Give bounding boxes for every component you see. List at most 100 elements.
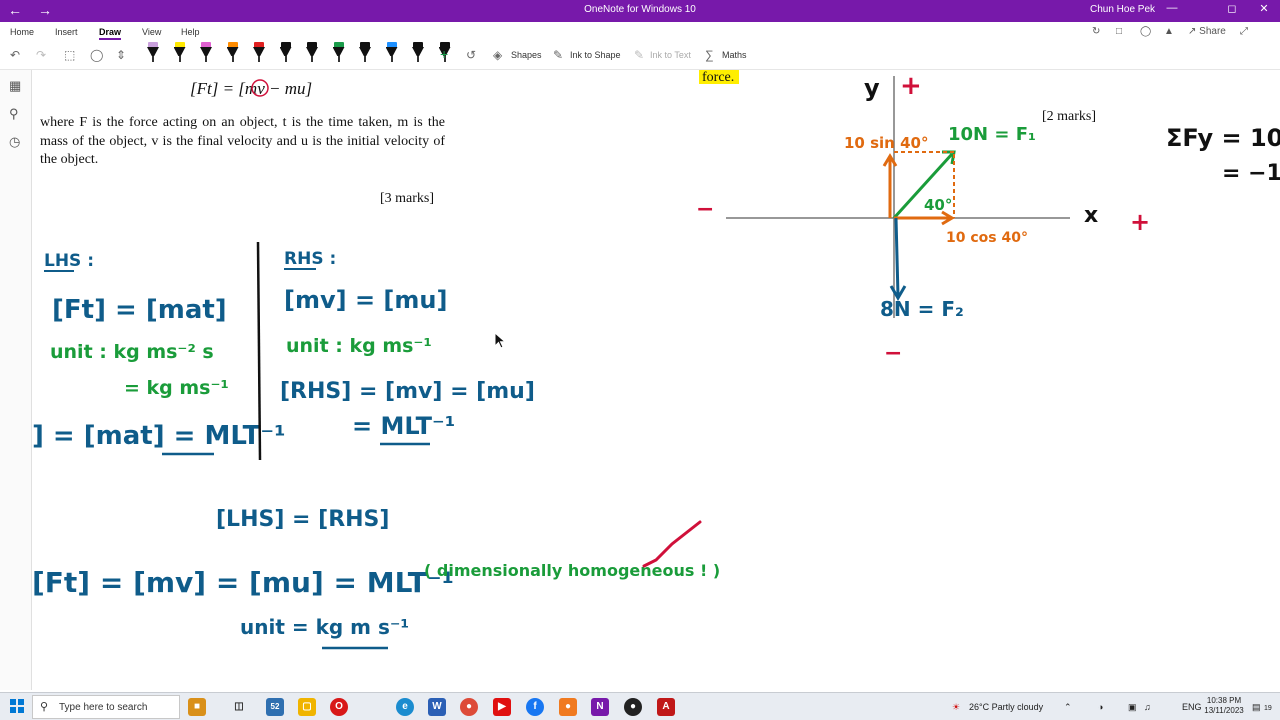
rhs-line2: [RHS] = [mv] = [mu]: [280, 379, 535, 404]
mail-icon[interactable]: 52: [266, 698, 284, 716]
lasso-select-icon[interactable]: ⬚: [64, 48, 75, 62]
lhs-result: ] = [mat] = MLT⁻¹: [32, 421, 285, 451]
x-plus-label: +: [1130, 208, 1150, 236]
window-title: OneNote for Windows 10: [584, 4, 696, 15]
ink-replay-icon[interactable]: ↺: [466, 48, 476, 62]
ink-to-text-icon: ✎: [634, 48, 645, 62]
marks-left: [3 marks]: [380, 191, 434, 206]
language-indicator[interactable]: ENG: [1182, 702, 1202, 712]
add-pen-icon[interactable]: +: [440, 46, 448, 62]
clock[interactable]: 10:38 PM 13/11/2023: [1204, 696, 1244, 716]
conclusion-note: ( dimensionally homogeneous ! ): [424, 561, 720, 580]
pen-4-icon[interactable]: [226, 42, 240, 64]
windows-start-icon[interactable]: [10, 699, 24, 713]
x-minus-label: −: [696, 197, 714, 222]
ink-to-shape-icon[interactable]: ✎: [553, 48, 563, 62]
mouse-cursor-icon: [494, 332, 507, 349]
taskbar-search[interactable]: ⚲ Type here to search: [32, 695, 180, 719]
y-plus-label: +: [900, 71, 922, 101]
file-explorer-icon[interactable]: ▢: [298, 698, 316, 716]
chevron-up-icon[interactable]: ⌃: [1064, 702, 1072, 713]
opera-icon[interactable]: O: [330, 698, 348, 716]
edge-icon[interactable]: e: [396, 698, 414, 716]
pen-8-icon[interactable]: [332, 42, 346, 64]
add-space-icon[interactable]: ⇕: [116, 48, 126, 62]
search-icon[interactable]: ⚲: [9, 106, 19, 122]
lightbulb-icon[interactable]: ◯: [1140, 26, 1151, 37]
maximize-button[interactable]: ◻: [1222, 2, 1242, 15]
force-text: force.: [702, 70, 734, 85]
weather-icon[interactable]: ☀: [952, 702, 960, 713]
maths-icon[interactable]: ∑: [705, 48, 714, 62]
undo-icon[interactable]: ↶: [10, 48, 20, 62]
share-button[interactable]: ↗ Share: [1188, 26, 1226, 37]
maths-button[interactable]: Maths: [722, 50, 747, 60]
clock-date: 13/11/2023: [1204, 706, 1244, 715]
pen-5-icon[interactable]: [252, 42, 266, 64]
angle-label: 40°: [924, 196, 952, 214]
recent-icon[interactable]: ◷: [9, 134, 20, 150]
task-view-icon[interactable]: ◫: [230, 698, 248, 716]
y-minus-label: −: [884, 341, 902, 366]
f1-label: 10N = F₁: [948, 124, 1036, 145]
redo-icon[interactable]: ↷: [36, 48, 46, 62]
page-canvas[interactable]: [Ft] = [mv − mu] where F is the force ac…: [32, 70, 1280, 690]
tab-home[interactable]: Home: [10, 27, 34, 37]
weather-text[interactable]: 26°C Partly cloudy: [969, 702, 1043, 712]
volume-icon[interactable]: ♫: [1144, 702, 1151, 712]
sum-line2: = −1.: [1222, 161, 1280, 186]
tab-view[interactable]: View: [142, 27, 161, 37]
chrome-icon[interactable]: ●: [460, 698, 478, 716]
taskbar: ⚲ Type here to search ■ ◫ 52 ▢ O e W ● ▶…: [0, 692, 1280, 720]
pen-11-icon[interactable]: [411, 42, 425, 64]
ink-to-shape-button[interactable]: Ink to Shape: [570, 50, 621, 60]
pen-3-icon[interactable]: [199, 42, 213, 64]
notebook-icon[interactable]: □: [1116, 26, 1122, 37]
shapes-icon[interactable]: ◈: [493, 48, 502, 62]
lhs-unit2: = kg ms⁻¹: [124, 377, 229, 399]
network-icon[interactable]: ▣: [1128, 702, 1137, 713]
rhs-result: = MLT⁻¹: [352, 412, 455, 440]
pen-1-icon[interactable]: [146, 42, 160, 64]
word-icon[interactable]: W: [428, 698, 446, 716]
user-name[interactable]: Chun Hoe Pek: [1090, 4, 1155, 15]
minimize-button[interactable]: —: [1162, 2, 1182, 14]
ink-layer: [Ft] = [mv − mu] where F is the force ac…: [32, 70, 1280, 650]
close-button[interactable]: ✕: [1254, 2, 1274, 15]
tray-app-icon[interactable]: ◑: [1098, 702, 1103, 712]
tab-help[interactable]: Help: [181, 27, 200, 37]
cos-label: 10 cos 40°: [946, 230, 1028, 246]
obs-icon[interactable]: ●: [624, 698, 642, 716]
pen-9-icon[interactable]: [358, 42, 372, 64]
ribbon-tabs: Home Insert Draw View Help ↻ □ ◯ ▲ ↗ Sha…: [0, 22, 1280, 42]
ink-to-text-button[interactable]: Ink to Text: [650, 50, 691, 60]
conclusion-line2: [Ft] = [mv] = [mu] = MLT⁻¹: [32, 566, 454, 599]
sync-icon[interactable]: ↻: [1092, 26, 1100, 37]
conclusion-unit: unit = kg m s⁻¹: [240, 615, 409, 639]
pen-10-icon[interactable]: [385, 42, 399, 64]
rhs-line1: [mv] = [mu]: [284, 286, 447, 314]
app-icon[interactable]: ●: [559, 698, 577, 716]
conclusion-line1: [LHS] = [RHS]: [216, 507, 389, 532]
pen-2-icon[interactable]: [173, 42, 187, 64]
facebook-icon[interactable]: f: [526, 698, 544, 716]
briefcase-icon[interactable]: ■: [188, 698, 206, 716]
sin-label: 10 sin 40°: [844, 134, 928, 152]
lhs-line1: [Ft] = [mat]: [52, 295, 227, 325]
notifications-icon[interactable]: ▤: [1252, 702, 1261, 713]
tab-draw[interactable]: Draw: [99, 27, 122, 40]
acrobat-icon[interactable]: A: [657, 698, 675, 716]
lhs-title: LHS :: [44, 251, 94, 271]
bell-icon[interactable]: ▲: [1164, 26, 1174, 37]
draw-toolbar: ↶ ↷ ⬚ ◯ ⇕ + ↺ ◈ Shapes ✎ Ink to Shape ✎ …: [0, 42, 1280, 70]
tab-insert[interactable]: Insert: [55, 27, 78, 37]
pen-6-icon[interactable]: [279, 42, 293, 64]
pen-7-icon[interactable]: [305, 42, 319, 64]
expand-icon[interactable]: ⤢: [1240, 26, 1248, 37]
shapes-button[interactable]: Shapes: [511, 50, 542, 60]
clock-time: 10:38 PM: [1206, 696, 1242, 705]
notebooks-icon[interactable]: ▦: [9, 78, 21, 94]
youtube-icon[interactable]: ▶: [493, 698, 511, 716]
onenote-icon[interactable]: N: [591, 698, 609, 716]
eraser-icon[interactable]: ◯: [90, 48, 103, 62]
